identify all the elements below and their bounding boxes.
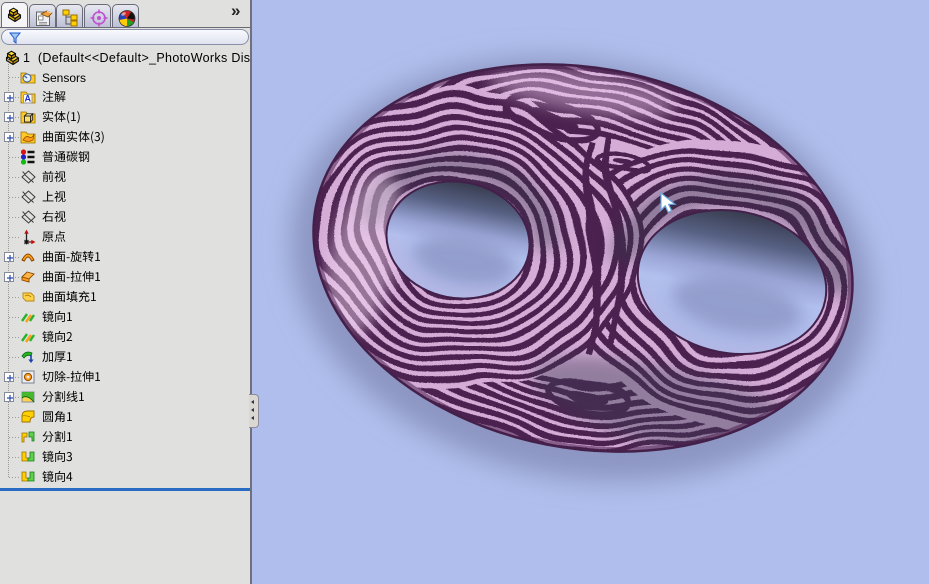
svg-text:A: A — [24, 94, 31, 104]
